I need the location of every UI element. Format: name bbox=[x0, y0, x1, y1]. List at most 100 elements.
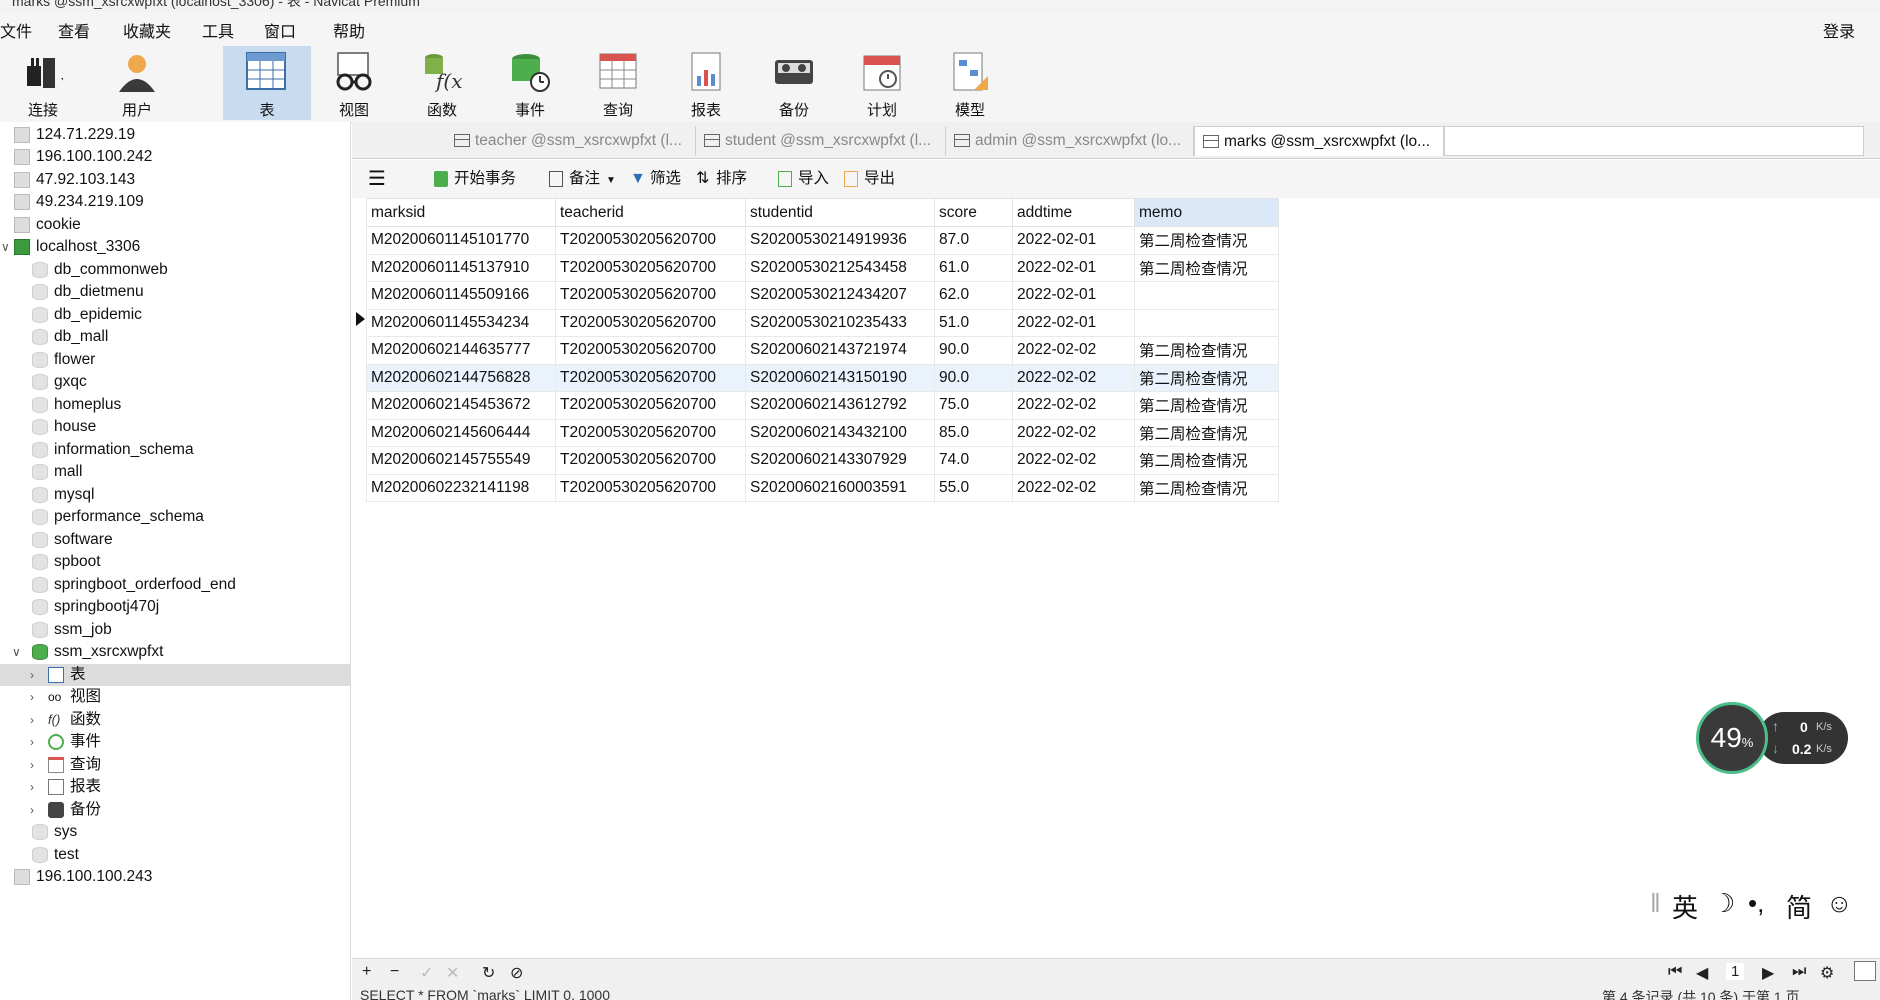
collapse-chevron-icon[interactable]: ∨ bbox=[1, 240, 10, 254]
last-page-icon[interactable]: ⏭ bbox=[1792, 963, 1806, 981]
function-button[interactable]: f(x) 函数 bbox=[399, 46, 485, 120]
table-cell-studentid[interactable]: S20200602143432100 bbox=[745, 418, 935, 447]
tree-db-1[interactable]: db_commonweb bbox=[32, 259, 168, 281]
next-page-icon[interactable]: ▶ bbox=[1762, 963, 1774, 983]
column-header-memo[interactable]: memo bbox=[1134, 198, 1279, 227]
table-cell-studentid[interactable]: S20200530214919936 bbox=[745, 226, 935, 255]
column-header-score[interactable]: score bbox=[934, 198, 1013, 227]
expand-chevron-icon[interactable]: › bbox=[30, 686, 34, 708]
table-cell-addtime[interactable]: 2022-02-01 bbox=[1012, 281, 1135, 310]
table-cell-score[interactable]: 74.0 bbox=[934, 446, 1013, 475]
begin-transaction-button[interactable]: 开始事务 bbox=[434, 168, 516, 190]
tab-admin[interactable]: admin @ssm_xsrcxwpfxt (lo... bbox=[946, 126, 1194, 156]
tab-teacher[interactable]: teacher @ssm_xsrcxwpfxt (l... bbox=[446, 126, 696, 156]
table-cell-addtime[interactable]: 2022-02-02 bbox=[1012, 391, 1135, 420]
expand-chevron-icon[interactable]: › bbox=[30, 709, 34, 731]
table-cell-score[interactable]: 90.0 bbox=[934, 363, 1013, 392]
table-cell-addtime[interactable]: 2022-02-02 bbox=[1012, 336, 1135, 365]
table-cell-teacherid[interactable]: T20200530205620700 bbox=[555, 473, 746, 502]
table-cell-marksid[interactable]: M20200601145101770 bbox=[366, 226, 556, 255]
sort-button[interactable]: ⇅ 排序 bbox=[696, 168, 747, 190]
tree-db-2[interactable]: db_dietmenu bbox=[32, 281, 144, 303]
memo-button[interactable]: 备注 ▼ bbox=[549, 168, 616, 190]
table-cell-teacherid[interactable]: T20200530205620700 bbox=[555, 281, 746, 310]
table-cell-teacherid[interactable]: T20200530205620700 bbox=[555, 226, 746, 255]
menu-window[interactable]: 窗口 bbox=[264, 18, 296, 42]
table-row[interactable]: M20200602144756828 T20200530205620700 S202… bbox=[366, 363, 1279, 392]
table-row[interactable]: M20200602232141198 T20200530205620700 S202… bbox=[366, 473, 1279, 502]
tree-db-sys[interactable]: sys bbox=[32, 821, 77, 843]
tree-db-3[interactable]: db_epidemic bbox=[32, 304, 142, 326]
table-cell-score[interactable]: 55.0 bbox=[934, 473, 1013, 502]
tree-db-4[interactable]: db_mall bbox=[32, 326, 108, 348]
table-cell-memo[interactable]: 第二周检查情况 bbox=[1134, 336, 1279, 365]
prev-page-icon[interactable]: ◀ bbox=[1696, 963, 1708, 983]
table-cell-teacherid[interactable]: T20200530205620700 bbox=[555, 253, 746, 282]
table-row[interactable]: M20200601145101770 T20200530205620700 S202… bbox=[366, 226, 1279, 255]
tree-connection-2[interactable]: 196.100.100.242 bbox=[14, 146, 152, 168]
table-row[interactable]: M20200601145509166 T20200530205620700 S202… bbox=[366, 281, 1279, 310]
tree-item-queries[interactable]: › 查询 bbox=[0, 754, 350, 776]
tree-connection-4[interactable]: 49.234.219.109 bbox=[14, 191, 144, 213]
table-row[interactable]: M20200601145534234 T20200530205620700 S202… bbox=[366, 308, 1279, 337]
settings-gear-icon[interactable]: ⚙ bbox=[1820, 963, 1834, 983]
table-row[interactable]: M20200602145453672 T20200530205620700 S202… bbox=[366, 391, 1279, 420]
page-number[interactable]: 1 bbox=[1726, 963, 1745, 980]
table-cell-memo[interactable]: 第二周检查情况 bbox=[1134, 391, 1279, 420]
tree-db-11[interactable]: mysql bbox=[32, 484, 94, 506]
tree-db-15[interactable]: springboot_orderfood_end bbox=[32, 574, 236, 596]
table-cell-addtime[interactable]: 2022-02-02 bbox=[1012, 363, 1135, 392]
ime-lang-toggle[interactable]: 英 bbox=[1672, 888, 1698, 925]
table-cell-addtime[interactable]: 2022-02-02 bbox=[1012, 418, 1135, 447]
table-cell-marksid[interactable]: M20200602144635777 bbox=[366, 336, 556, 365]
table-cell-score[interactable]: 51.0 bbox=[934, 308, 1013, 337]
ime-emoji-icon[interactable]: ☺ bbox=[1826, 888, 1853, 919]
table-cell-marksid[interactable]: M20200602144756828 bbox=[366, 363, 556, 392]
tree-db-17[interactable]: ssm_job bbox=[32, 619, 112, 641]
tree-connection-3[interactable]: 47.92.103.143 bbox=[14, 169, 135, 191]
collapse-chevron-icon[interactable]: ∨ bbox=[12, 645, 21, 659]
table-cell-marksid[interactable]: M20200601145534234 bbox=[366, 308, 556, 337]
table-cell-studentid[interactable]: S20200602143150190 bbox=[745, 363, 935, 392]
query-button[interactable]: 查询 bbox=[575, 46, 661, 120]
tree-db-10[interactable]: mall bbox=[32, 461, 82, 483]
table-cell-teacherid[interactable]: T20200530205620700 bbox=[555, 363, 746, 392]
table-cell-studentid[interactable]: S20200602143612792 bbox=[745, 391, 935, 420]
view-button[interactable]: 视图 bbox=[311, 46, 397, 120]
table-cell-memo[interactable]: 第二周检查情况 bbox=[1134, 446, 1279, 475]
table-cell-marksid[interactable]: M20200601145509166 bbox=[366, 281, 556, 310]
tree-item-reports[interactable]: › 报表 bbox=[0, 776, 350, 798]
refresh-icon[interactable]: ↻ bbox=[482, 963, 495, 983]
table-cell-marksid[interactable]: M20200602232141198 bbox=[366, 473, 556, 502]
table-row[interactable]: M20200602145606444 T20200530205620700 S202… bbox=[366, 418, 1279, 447]
expand-chevron-icon[interactable]: › bbox=[30, 731, 34, 753]
table-cell-score[interactable]: 75.0 bbox=[934, 391, 1013, 420]
table-cell-teacherid[interactable]: T20200530205620700 bbox=[555, 391, 746, 420]
table-row[interactable]: M20200602145755549 T20200530205620700 S202… bbox=[366, 446, 1279, 475]
column-header-studentid[interactable]: studentid bbox=[745, 198, 935, 227]
menu-help[interactable]: 帮助 bbox=[333, 18, 365, 42]
filter-button[interactable]: ▼ 筛选 bbox=[630, 168, 681, 190]
table-cell-score[interactable]: 62.0 bbox=[934, 281, 1013, 310]
table-cell-teacherid[interactable]: T20200530205620700 bbox=[555, 308, 746, 337]
expand-chevron-icon[interactable]: › bbox=[30, 664, 34, 686]
login-link[interactable]: 登录 bbox=[1823, 18, 1855, 42]
tree-connection-6[interactable]: 196.100.100.243 bbox=[14, 866, 152, 888]
tree-db-7[interactable]: homeplus bbox=[32, 394, 121, 416]
column-header-marksid[interactable]: marksid bbox=[366, 198, 556, 227]
ime-simplified-toggle[interactable]: 简 bbox=[1786, 888, 1812, 925]
tree-db-16[interactable]: springbootj470j bbox=[32, 596, 159, 618]
tree-db-9[interactable]: information_schema bbox=[32, 439, 194, 461]
table-cell-teacherid[interactable]: T20200530205620700 bbox=[555, 446, 746, 475]
column-header-addtime[interactable]: addtime bbox=[1012, 198, 1135, 227]
tree-db-open[interactable]: ssm_xsrcxwpfxt bbox=[32, 641, 163, 663]
tree-db-8[interactable]: house bbox=[32, 416, 96, 438]
tree-item-backups[interactable]: › 备份 bbox=[0, 799, 350, 821]
table-cell-score[interactable]: 61.0 bbox=[934, 253, 1013, 282]
table-cell-memo[interactable]: 第二周检查情况 bbox=[1134, 253, 1279, 282]
connect-button[interactable]: 连接 bbox=[0, 46, 86, 120]
tree-item-events[interactable]: › 事件 bbox=[0, 731, 350, 753]
dropdown-arrow-icon[interactable]: ▼ bbox=[606, 175, 616, 186]
event-button[interactable]: 事件 bbox=[487, 46, 573, 120]
tree-db-12[interactable]: performance_schema bbox=[32, 506, 204, 528]
